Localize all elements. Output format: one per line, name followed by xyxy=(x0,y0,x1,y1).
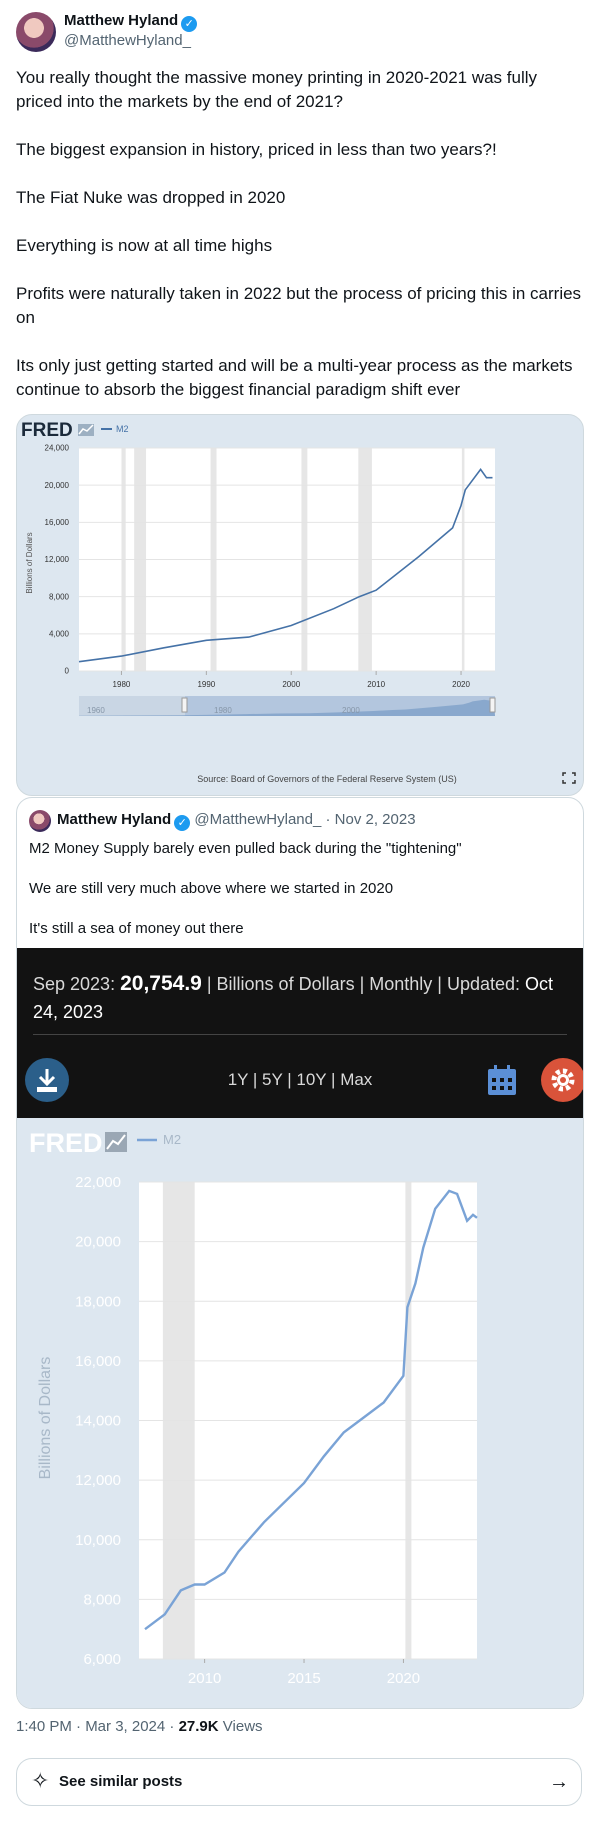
y-tick-label: 16,000 xyxy=(45,518,70,527)
x-tick-label: 2020 xyxy=(452,680,470,689)
quote-paragraph: M2 Money Supply barely even pulled back … xyxy=(29,840,462,857)
y-tick-label: 18,000 xyxy=(75,1293,121,1310)
see-similar-posts-label: See similar posts xyxy=(59,1773,183,1790)
stat-value: 20,754.9 xyxy=(120,972,202,995)
fullscreen-icon[interactable] xyxy=(562,772,576,784)
fred-logo: FRED xyxy=(29,1128,103,1158)
y-ticks: 22,000 20,000 18,000 16,000 14,000 12,000 10,0… xyxy=(75,1174,121,1668)
x-tick-label: 2015 xyxy=(287,1670,320,1687)
source-note: Source: Board of Governors of the Federa… xyxy=(197,774,457,784)
divider xyxy=(33,1034,567,1035)
y-tick-label: 20,000 xyxy=(75,1234,121,1251)
y-tick-label: 14,000 xyxy=(75,1413,121,1430)
y-tick-label: 12,000 xyxy=(75,1472,121,1489)
y-tick-label: 6,000 xyxy=(83,1651,121,1668)
views-count: 27.9K xyxy=(178,1718,219,1735)
tweet-text: You really thought the massive money pri… xyxy=(16,66,582,426)
gear-icon xyxy=(551,1068,575,1092)
tweet-paragraph: The Fiat Nuke was dropped in 2020 xyxy=(16,188,286,207)
y-tick-label: 8,000 xyxy=(83,1591,121,1608)
y-tick-label: 22,000 xyxy=(75,1174,121,1191)
fred-logo-graph-icon xyxy=(78,424,94,436)
fred-chart-1: FRED M2 Billions of Dollars 24,000 20,000… xyxy=(21,420,576,784)
y-tick-label: 0 xyxy=(65,667,70,676)
quote-text: M2 Money Supply barely even pulled back … xyxy=(29,839,569,959)
y-tick-label: 10,000 xyxy=(75,1532,121,1549)
x-tick-label: 2000 xyxy=(282,680,300,689)
arrow-right-icon: → xyxy=(549,1771,569,1793)
tweet-paragraph: The biggest expansion in history, priced… xyxy=(16,140,497,159)
views-label: Views xyxy=(222,1718,263,1735)
stat-period: Sep 2023: xyxy=(33,974,116,994)
sparkle-icon: ✧ xyxy=(31,1768,50,1793)
y-tick-label: 8,000 xyxy=(49,592,70,601)
author-name[interactable]: Matthew Hyland ✓ xyxy=(64,12,198,32)
post-timestamp[interactable]: 1:40 PM · Mar 3, 2024 · xyxy=(16,1718,174,1735)
tweet-paragraph: You really thought the massive money pri… xyxy=(16,68,538,111)
calendar-icon xyxy=(488,1065,516,1095)
settings-button[interactable] xyxy=(541,1058,583,1102)
x-ticks: 1980 1990 2000 2010 2020 xyxy=(113,671,470,689)
tweet-paragraph: Everything is now at all time highs xyxy=(16,236,273,255)
quote-author-handle[interactable]: @MatthewHyland_ xyxy=(194,811,321,828)
y-tick-label: 24,000 xyxy=(45,444,70,453)
verified-icon: ✓ xyxy=(181,16,198,32)
post-metadata: 1:40 PM · Mar 3, 2024 · 27.9K Views xyxy=(16,1718,263,1735)
legend-label: M2 xyxy=(116,424,129,434)
nav-tick: 1960 xyxy=(87,706,105,715)
nav-tick: 1980 xyxy=(214,706,232,715)
fred-logo: FRED xyxy=(21,420,73,441)
quote-date[interactable]: · Nov 2, 2023 xyxy=(325,811,415,828)
quote-author[interactable]: Matthew Hyland ✓ @MatthewHyland_ · Nov 2,… xyxy=(57,811,416,831)
quote-author-name[interactable]: Matthew Hyland xyxy=(57,811,171,828)
tweet-paragraph: Profits were naturally taken in 2022 but… xyxy=(16,284,582,327)
see-similar-posts-button[interactable]: ✧ See similar posts → xyxy=(16,1758,582,1806)
verified-icon: ✓ xyxy=(174,815,191,831)
y-tick-label: 4,000 xyxy=(49,630,70,639)
navigator-right-handle[interactable] xyxy=(489,697,496,713)
y-tick-label: 16,000 xyxy=(75,1353,121,1370)
x-ticks: 2010 2015 2020 xyxy=(188,1659,420,1687)
fred-logo-graph-icon xyxy=(105,1132,127,1152)
fred-chart-image[interactable]: FRED M2 Billions of Dollars 24,000 20,000… xyxy=(16,414,584,796)
quote-paragraph: We are still very much above where we st… xyxy=(29,880,394,897)
quoted-post[interactable]: Matthew Hyland ✓ @MatthewHyland_ · Nov 2,… xyxy=(16,797,584,1709)
x-tick-label: 2020 xyxy=(387,1670,420,1687)
legend-label: M2 xyxy=(163,1132,181,1147)
x-tick-label: 1990 xyxy=(197,680,215,689)
y-axis-label: Billions of Dollars xyxy=(37,1357,54,1480)
y-tick-label: 12,000 xyxy=(45,555,70,564)
author-avatar[interactable] xyxy=(16,12,56,52)
quote-paragraph: It's still a sea of money out there xyxy=(29,920,244,937)
stat-units: | Billions of Dollars | Monthly | Update… xyxy=(206,974,521,994)
y-ticks: 24,000 20,000 16,000 12,000 8,000 4,000 0 xyxy=(45,444,70,676)
fred-stat-header: Sep 2023: 20,754.9 | Billions of Dollars… xyxy=(17,948,583,1118)
fred-chart-2: FRED M2 Billions of Dollars 22,000 20,000… xyxy=(17,1118,583,1708)
x-tick-label: 1980 xyxy=(113,680,131,689)
latest-observation: Sep 2023: 20,754.9 | Billions of Dollars… xyxy=(33,970,573,1026)
quote-author-avatar[interactable] xyxy=(29,810,51,832)
y-tick-label: 20,000 xyxy=(45,481,70,490)
navigator-left-handle[interactable] xyxy=(181,697,188,713)
x-tick-label: 2010 xyxy=(367,680,385,689)
x-tick-label: 2010 xyxy=(188,1670,221,1687)
nav-tick: 2000 xyxy=(342,706,360,715)
y-axis-label: Billions of Dollars xyxy=(25,532,34,593)
author-name-text[interactable]: Matthew Hyland xyxy=(64,12,178,29)
fred-chart-2-svg: FRED M2 Billions of Dollars 22,000 20,000… xyxy=(29,1128,478,1687)
author-handle[interactable]: @MatthewHyland_ xyxy=(64,32,191,49)
calendar-button[interactable] xyxy=(485,1062,519,1098)
tweet-paragraph: Its only just getting started and will b… xyxy=(16,356,573,399)
